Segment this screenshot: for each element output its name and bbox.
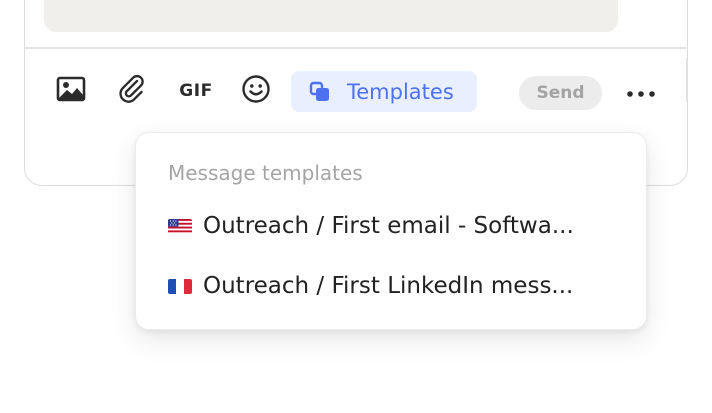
more-dots-icon	[626, 83, 656, 102]
insert-gif-button[interactable]: GIF	[177, 74, 215, 108]
attach-file-button[interactable]	[115, 74, 149, 108]
template-label: Outreach / First LinkedIn mess...	[203, 273, 574, 299]
templates-dropdown: Message templates Outreach / First email…	[135, 132, 647, 330]
template-item[interactable]: Outreach / First LinkedIn mess...	[168, 268, 628, 304]
image-icon	[56, 76, 86, 106]
more-options-button[interactable]	[622, 76, 660, 108]
template-item[interactable]: Outreach / First email - Softwa...	[168, 208, 628, 244]
gif-icon: GIF	[179, 81, 213, 101]
insert-emoji-button[interactable]	[239, 74, 273, 108]
insert-image-button[interactable]	[54, 74, 88, 108]
templates-button[interactable]: Templates	[291, 71, 477, 112]
dropdown-title: Message templates	[168, 161, 363, 185]
templates-icon	[309, 81, 331, 103]
send-button[interactable]: Send	[519, 76, 602, 110]
scrollbar[interactable]	[686, 58, 688, 102]
emoji-icon	[241, 74, 271, 108]
toolbar-divider	[25, 47, 686, 49]
fr-flag-icon	[168, 278, 192, 294]
message-text-area[interactable]	[44, 0, 618, 32]
templates-label: Templates	[347, 79, 454, 104]
message-composer-view: GIF Templates Send Message templates Out…	[0, 0, 712, 413]
us-flag-icon	[168, 218, 192, 234]
paperclip-icon	[117, 74, 147, 108]
template-label: Outreach / First email - Softwa...	[203, 213, 574, 239]
